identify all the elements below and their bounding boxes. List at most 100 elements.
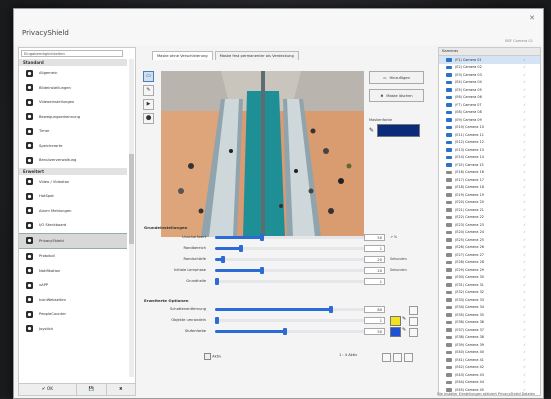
- camera-item[interactable]: (E8) Camera 08 ✓: [439, 109, 540, 117]
- save-icon[interactable]: 💾: [77, 384, 107, 395]
- camera-item[interactable]: (E32) Camera 32 ✓: [439, 289, 540, 297]
- value-field[interactable]: 20: [364, 256, 385, 263]
- cancel-icon[interactable]: ✖: [107, 384, 136, 395]
- reset-icon[interactable]: [409, 306, 418, 315]
- camera-item[interactable]: (E14) Camera 14 ✓: [439, 154, 540, 162]
- camera-item[interactable]: (E29) Camera 29 ✓: [439, 266, 540, 274]
- active-toggle[interactable]: Aktiv: [204, 353, 221, 360]
- camera-item[interactable]: (E4) Camera 04 ✓: [439, 79, 540, 87]
- camera-item[interactable]: (E27) Camera 27 ✓: [439, 251, 540, 259]
- value-field[interactable]: 1: [364, 278, 385, 285]
- sidebar-item[interactable]: Bewegungserkennung: [19, 110, 127, 125]
- slider-handle[interactable]: [328, 306, 333, 313]
- camera-item[interactable]: (E12) Camera 12 ✓: [439, 139, 540, 147]
- camera-preview-image[interactable]: [161, 71, 364, 237]
- color-swatch[interactable]: [390, 316, 401, 326]
- camera-item[interactable]: (E30) Camera 30 ✓: [439, 274, 540, 282]
- tab-mask-without-blur[interactable]: Maske ohne Verschleierung: [152, 51, 213, 60]
- camera-item[interactable]: (E22) Camera 22 ✓: [439, 214, 540, 222]
- slider-track[interactable]: [215, 256, 367, 263]
- sidebar-scrollbar[interactable]: [129, 59, 134, 377]
- sidebar-item[interactable]: vAPP: [19, 278, 127, 293]
- sidebar-item[interactable]: Benutzerverwaltung: [19, 153, 127, 168]
- camera-item[interactable]: (E38) Camera 38 ✓: [439, 334, 540, 342]
- color-swatch[interactable]: [390, 327, 401, 337]
- search-input[interactable]: Eingabemöglichkeiten: [21, 50, 123, 57]
- slider-track[interactable]: [214, 278, 367, 285]
- camera-item[interactable]: (E44) Camera 44 ✓: [439, 379, 540, 387]
- camera-item[interactable]: (E39) Camera 39 ✓: [439, 341, 540, 349]
- slider-handle[interactable]: [260, 267, 265, 274]
- sidebar-item[interactable]: Timer: [19, 124, 127, 139]
- sidebar-item[interactable]: Notifikation: [19, 264, 127, 279]
- camera-item[interactable]: (E11) Camera 11 ✓: [439, 131, 540, 139]
- camera-item[interactable]: (E33) Camera 33 ✓: [439, 296, 540, 304]
- sidebar-item[interactable]: IconWebseiten: [19, 293, 127, 308]
- slider-handle[interactable]: [214, 317, 219, 324]
- ok-button[interactable]: ✔ OK: [19, 384, 77, 395]
- grid-4-icon[interactable]: [404, 353, 413, 362]
- eyedropper-icon[interactable]: ✎: [369, 127, 374, 134]
- slider-handle[interactable]: [214, 278, 219, 285]
- camera-item[interactable]: (F15) Camera 15 ✓: [439, 161, 540, 169]
- camera-item[interactable]: (E35) Camera 35 ✓: [439, 311, 540, 319]
- value-field[interactable]: 50: [364, 328, 385, 335]
- camera-item[interactable]: (E25) Camera 25 ✓: [439, 236, 540, 244]
- slider-handle[interactable]: [282, 328, 287, 335]
- value-field[interactable]: 50: [364, 234, 385, 241]
- value-field[interactable]: 1: [364, 317, 385, 324]
- slider-handle[interactable]: [238, 245, 243, 252]
- camera-item[interactable]: (E9) Camera 09 ✓: [439, 116, 540, 124]
- rectangle-tool-icon[interactable]: ▭: [143, 71, 154, 82]
- delete-mask-button[interactable]: ✖ Maske löschen: [369, 89, 424, 102]
- camera-item[interactable]: (E17) Camera 17 ✓: [439, 176, 540, 184]
- camera-item[interactable]: (E6) Camera 06 ✓: [439, 94, 540, 102]
- camera-item[interactable]: (E23) Camera 23 ✓: [439, 221, 540, 229]
- reset-icon[interactable]: [409, 328, 418, 337]
- eyedropper-icon[interactable]: ✎: [402, 316, 406, 322]
- camera-item[interactable]: (E20) Camera 20 ✓: [439, 199, 540, 207]
- value-field[interactable]: 20: [364, 267, 385, 274]
- tree-section-erweitert[interactable]: Erweitert: [19, 167, 127, 175]
- camera-item[interactable]: (E37) Camera 37 ✓: [439, 326, 540, 334]
- camera-item[interactable]: (F1) Camera 01 ✓: [439, 56, 540, 64]
- camera-item[interactable]: (E19) Camera 19 ✓: [439, 191, 540, 199]
- sidebar-item[interactable]: Speicherorte: [19, 139, 127, 154]
- sidebar-item[interactable]: HotSpot: [19, 189, 127, 204]
- mask-color-swatch[interactable]: [377, 124, 421, 137]
- tree-section-standard[interactable]: Standard: [19, 59, 127, 66]
- slider-handle[interactable]: [260, 234, 265, 241]
- slider-track[interactable]: [215, 267, 367, 274]
- camera-item[interactable]: (E26) Camera 26 ✓: [439, 244, 540, 252]
- sidebar-item[interactable]: Joystick: [19, 322, 127, 337]
- add-mask-button[interactable]: ▭ Hinzufügen: [369, 71, 424, 84]
- camera-item[interactable]: (E24) Camera 24 ✓: [439, 229, 540, 237]
- record-icon[interactable]: ⬤: [143, 113, 154, 124]
- camera-item[interactable]: (E10) Camera 10 ✓: [439, 124, 540, 132]
- grid-2-icon[interactable]: [393, 353, 402, 362]
- sidebar-item[interactable]: I/O Steckboard: [19, 218, 127, 233]
- sidebar-item[interactable]: Videoeinstellungen: [19, 95, 127, 110]
- slider-handle[interactable]: [220, 256, 225, 263]
- camera-item[interactable]: (E36) Camera 36 ✓: [439, 319, 540, 327]
- camera-item[interactable]: (E31) Camera 31 ✓: [439, 281, 540, 289]
- camera-item[interactable]: (E2) Camera 02 ✓: [439, 64, 540, 72]
- camera-item[interactable]: (E28) Camera 28 ✓: [439, 259, 540, 267]
- slider-track[interactable]: [215, 234, 367, 241]
- sidebar-item[interactable]: PeopleCounter: [19, 307, 127, 322]
- camera-item[interactable]: (E3) Camera 03 ✓: [439, 71, 540, 79]
- close-icon[interactable]: ✕: [529, 14, 535, 22]
- camera-item[interactable]: (E40) Camera 40 ✓: [439, 349, 540, 357]
- active-checkbox[interactable]: [204, 353, 211, 360]
- camera-item[interactable]: (E21) Camera 21 ✓: [439, 206, 540, 214]
- camera-item[interactable]: (E13) Camera 13 ✓: [439, 146, 540, 154]
- value-field[interactable]: 1: [364, 245, 385, 252]
- play-icon[interactable]: ▶: [143, 99, 154, 110]
- camera-item[interactable]: (E34) Camera 34 ✓: [439, 304, 540, 312]
- sidebar-item[interactable]: Allgemein: [19, 66, 127, 81]
- pen-tool-icon[interactable]: ✎: [143, 85, 154, 96]
- slider-track[interactable]: [215, 306, 367, 313]
- slider-track[interactable]: [215, 245, 367, 252]
- tab-mask-permanent[interactable]: Maske fest permanenter als Verdeckung: [214, 51, 299, 60]
- slider-track[interactable]: [215, 328, 367, 335]
